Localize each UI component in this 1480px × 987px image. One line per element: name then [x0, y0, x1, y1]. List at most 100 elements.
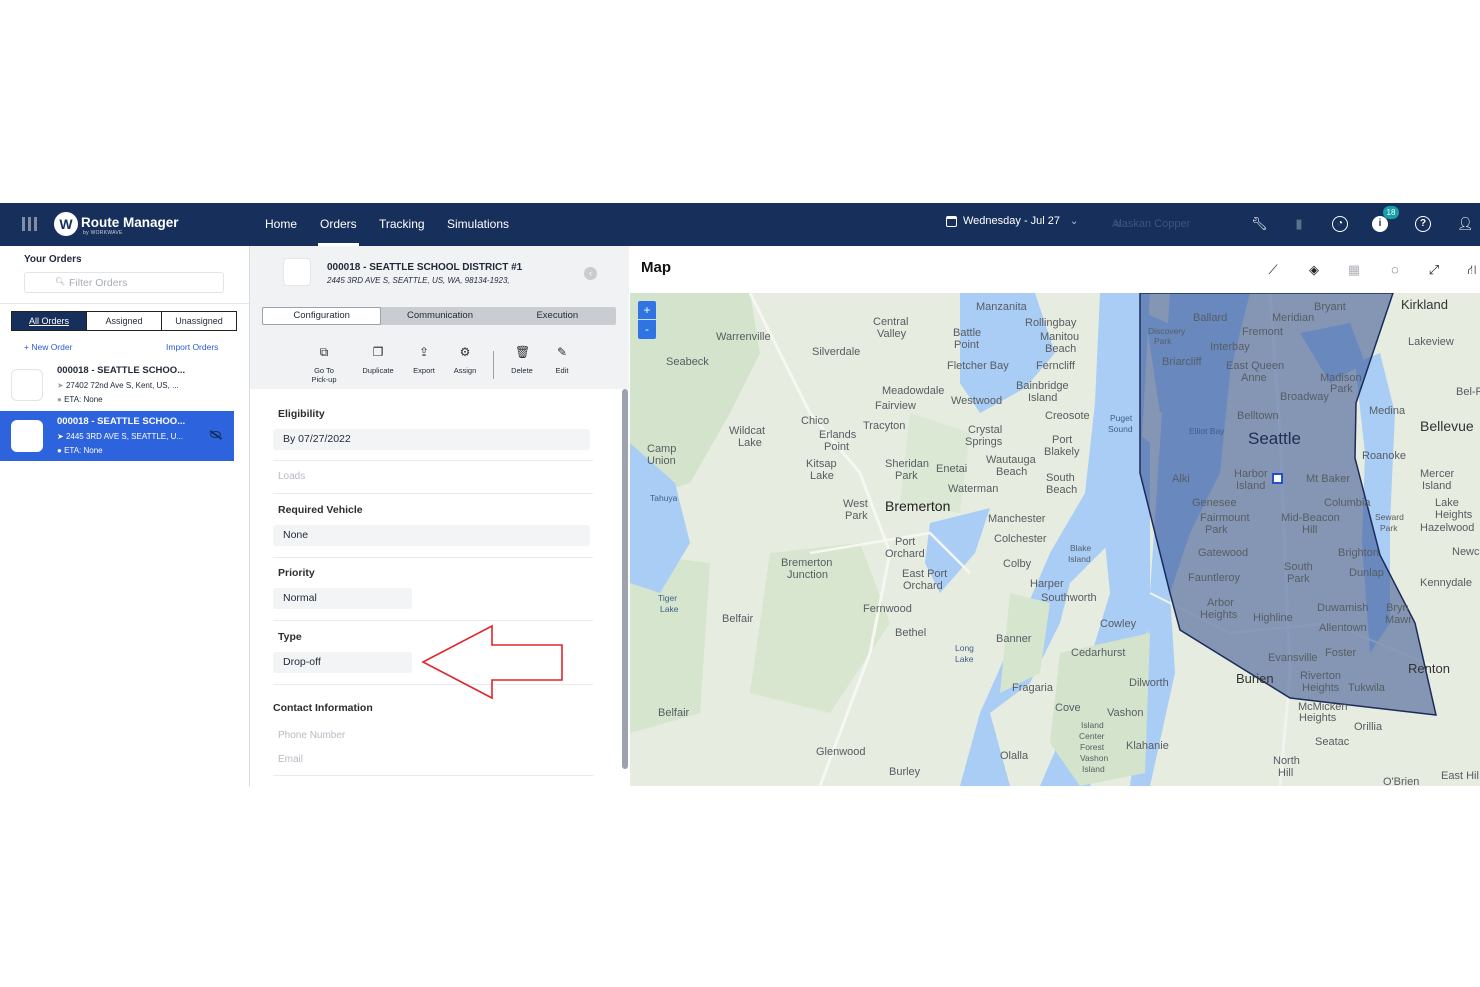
map-label: Erlands	[819, 429, 857, 441]
zoom-out-button[interactable]: -	[638, 320, 656, 339]
map-label: Bel-R	[1456, 386, 1480, 398]
map-label: Park	[1154, 336, 1172, 346]
paint-roller-icon[interactable]: ⛙	[1465, 263, 1479, 277]
date-picker[interactable]: Wednesday - Jul 27 ⌄	[946, 215, 1078, 227]
map-label: Seward	[1375, 512, 1404, 522]
map-label: Elliot Bay	[1189, 426, 1225, 436]
assign-button[interactable]: ⚙︎ Assign	[440, 345, 490, 375]
loads-label: Loads	[278, 471, 306, 482]
map-label: Vashon	[1080, 753, 1109, 763]
order-eta-text: ETA: None	[64, 446, 103, 455]
map-label: Rollingbay	[1025, 317, 1077, 329]
map-label: Heights	[1302, 682, 1340, 694]
map-label: Vashon	[1107, 707, 1144, 719]
info-icon[interactable]: i	[1372, 216, 1388, 232]
map-label: Chico	[801, 415, 830, 427]
filter-orders-input[interactable]: 🔍︎ Filter Orders	[24, 272, 224, 293]
nav-orders[interactable]: Orders	[318, 217, 359, 246]
route-off-icon[interactable]: ⟋	[1266, 263, 1280, 277]
map-label: Harbor	[1234, 468, 1268, 480]
map-label: Island	[1236, 480, 1266, 492]
divider	[273, 460, 593, 461]
map-label: Park	[1287, 573, 1310, 585]
toolbar-divider	[493, 351, 494, 379]
order-address-text: 2445 3RD AVE S, SEATTLE, U...	[65, 432, 184, 441]
map-label: Park	[845, 510, 868, 522]
new-order-link[interactable]: + New Order	[24, 342, 72, 352]
order-address: ➤︎ 2445 3RD AVE S, SEATTLE, U...	[57, 432, 183, 441]
map-label: South	[1046, 472, 1075, 484]
order-address: ➤︎ 27402 72nd Ave S, Kent, US, ...	[57, 381, 179, 390]
copy-pin-icon: ⧉	[319, 345, 329, 359]
apps-grid-icon[interactable]	[22, 217, 38, 231]
map-label: Fletcher Bay	[947, 360, 1009, 372]
order-list-item[interactable]: 000018 - SEATTLE SCHOO... ➤︎ 27402 72nd …	[0, 360, 234, 410]
tab-execution[interactable]: Execution	[499, 307, 616, 325]
map-label: Belltown	[1237, 410, 1279, 422]
map-label: Cowley	[1100, 618, 1137, 630]
zoom-in-button[interactable]: +	[638, 301, 656, 320]
map-label: Brighton	[1338, 547, 1379, 559]
map-label: Tiger	[658, 593, 678, 603]
search-icon: 🔍︎	[55, 277, 66, 286]
tab-unassigned[interactable]: Unassigned	[161, 312, 236, 330]
order-list-item-selected[interactable]: 000018 - SEATTLE SCHOO... ➤︎ 2445 3RD AV…	[0, 411, 234, 461]
map-canvas[interactable]: + - Manzanita Rollingbay Manitou Beach C…	[630, 293, 1480, 786]
nav-tracking[interactable]: Tracking	[379, 217, 425, 231]
map-label: Orchard	[885, 548, 925, 560]
close-icon[interactable]: ‹	[584, 267, 597, 280]
layers-icon[interactable]: ◈	[1307, 263, 1321, 277]
tab-communication[interactable]: Communication	[381, 307, 498, 325]
order-eta: ● ETA: None	[57, 395, 103, 404]
detail-scrollbar[interactable]	[622, 389, 628, 769]
eye-off-icon[interactable]	[210, 431, 221, 438]
location-arrow-icon: ➤︎	[57, 381, 64, 390]
map-label: Central	[873, 316, 909, 328]
map-label: Blake	[1070, 543, 1092, 553]
map-label: Blakely	[1044, 446, 1080, 458]
tab-configuration[interactable]: Configuration	[262, 307, 382, 325]
map-label: Manitou	[1040, 331, 1080, 343]
priority-field[interactable]: Normal	[273, 588, 412, 609]
type-field[interactable]: Drop-off	[273, 652, 412, 673]
order-filter-tabs: All Orders Assigned Unassigned	[11, 311, 237, 331]
map-label: Valley	[877, 328, 907, 340]
order-detail-header: 000018 - SEATTLE SCHOOL DISTRICT #1 2445…	[250, 246, 629, 389]
wrench-icon[interactable]: 🔧︎	[1251, 216, 1268, 232]
eligibility-field[interactable]: By 07/27/2022	[273, 429, 590, 450]
nav-simulations[interactable]: Simulations	[447, 217, 509, 231]
map-label: Cedarhurst	[1071, 647, 1126, 659]
expand-icon[interactable]: ⤢	[1427, 263, 1441, 277]
tab-assigned[interactable]: Assigned	[86, 312, 161, 330]
map-label: Lake	[660, 604, 679, 614]
company-name[interactable]: Alaskan Copper	[1112, 218, 1190, 230]
duplicate-button[interactable]: ❐ Duplicate	[353, 345, 403, 375]
gauge-icon[interactable]: ◔	[1332, 216, 1348, 232]
nav-home[interactable]: Home	[265, 217, 297, 231]
clock-icon: ●	[57, 446, 62, 455]
map-label: Gatewood	[1198, 547, 1249, 559]
user-icon[interactable]: 👤︎	[1457, 216, 1474, 232]
required-vehicle-field[interactable]: None	[273, 525, 590, 546]
map-label: Meridian	[1272, 312, 1315, 324]
map-label: Springs	[965, 436, 1003, 448]
map-label: Olalla	[1000, 750, 1029, 762]
tab-all-orders[interactable]: All Orders	[12, 312, 86, 330]
map-label: Medina	[1369, 405, 1406, 417]
import-orders-link[interactable]: Import Orders	[166, 342, 218, 352]
map-label: Orchard	[903, 580, 943, 592]
location-arrow-icon: ➤︎	[57, 432, 64, 441]
map-label: O'Brien	[1383, 776, 1420, 786]
map-label: Tukwila	[1348, 682, 1385, 694]
map-label: Wautauga	[986, 454, 1036, 466]
map-label: Mawr	[1385, 614, 1412, 626]
help-icon[interactable]: ?	[1415, 216, 1431, 232]
lasso-icon[interactable]: ◌	[1388, 263, 1402, 277]
map-label: Orillia	[1354, 721, 1383, 733]
panel-icon[interactable]: ▮	[1291, 216, 1307, 232]
go-to-pickup-button[interactable]: ⧉ Go To Pick-up	[299, 345, 349, 384]
map-markers-icon[interactable]: ▦	[1347, 263, 1361, 277]
eligibility-label: Eligibility	[278, 408, 325, 420]
edit-button[interactable]: ✎ Edit	[537, 345, 587, 375]
map-label: Beach	[1045, 343, 1077, 355]
